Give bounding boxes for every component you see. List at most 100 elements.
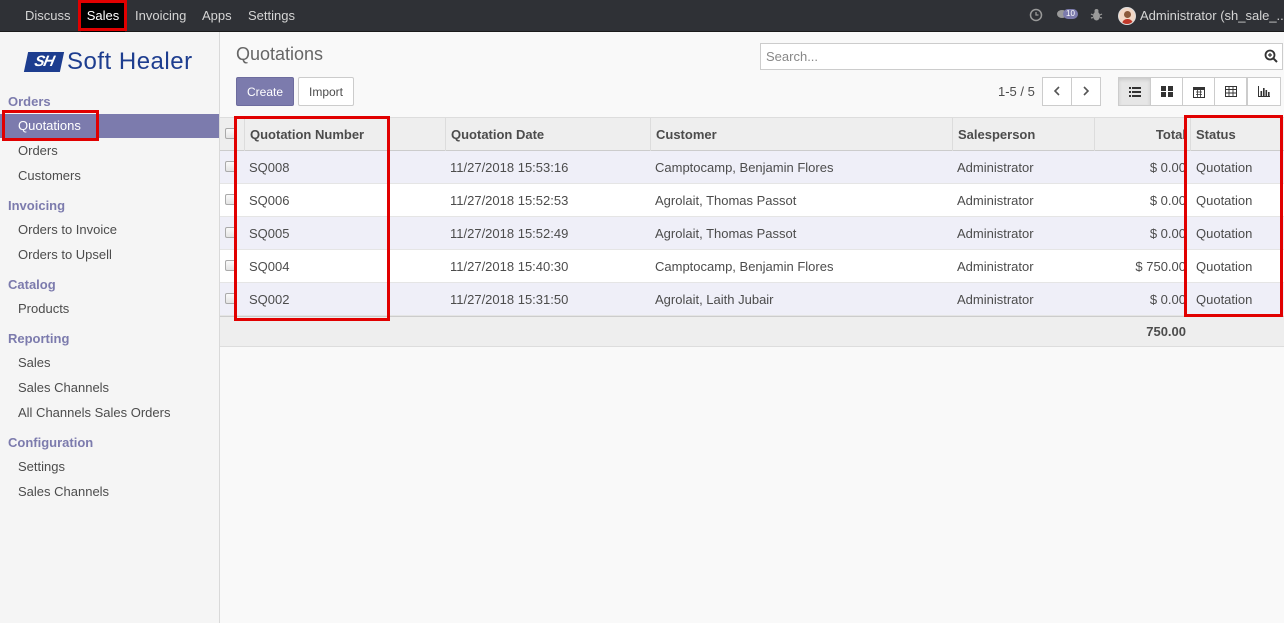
message-count-badge: 10	[1063, 9, 1078, 19]
row-checkbox[interactable]	[225, 227, 236, 238]
cell-total: $ 0.00	[1149, 193, 1186, 208]
row-checkbox[interactable]	[225, 293, 236, 304]
cell-salesperson: Administrator	[957, 292, 1034, 307]
clock-icon[interactable]	[1029, 8, 1043, 25]
footer-total: 750.00	[1146, 324, 1186, 339]
cell-total: $ 0.00	[1149, 292, 1186, 307]
bar-chart-icon	[1258, 86, 1270, 97]
cell-total: $ 0.00	[1149, 160, 1186, 175]
cell-quotation-number: SQ002	[249, 292, 290, 307]
row-checkbox[interactable]	[225, 194, 236, 205]
bug-icon[interactable]	[1090, 8, 1103, 25]
column-header-quotation-number[interactable]: Quotation Number	[244, 118, 445, 151]
sidebar-item-customers[interactable]: Customers	[18, 168, 81, 183]
row-checkbox[interactable]	[225, 260, 236, 271]
cell-quotation-date: 11/27/2018 15:52:49	[450, 226, 569, 241]
sidebar-item-sales[interactable]: Sales	[18, 355, 51, 370]
messages-icon[interactable]: 10	[1057, 7, 1081, 23]
user-avatar[interactable]	[1118, 7, 1136, 25]
table-row[interactable]: SQ008 11/27/2018 15:53:16 Camptocamp, Benj…	[220, 151, 1284, 184]
cell-total: $ 750.00	[1135, 259, 1186, 274]
sidebar-section-configuration: Configuration	[8, 435, 94, 450]
sidebar-section-invoicing: Invoicing	[8, 198, 66, 213]
cell-quotation-number: SQ005	[249, 226, 290, 241]
table-row[interactable]: SQ004 11/27/2018 15:40:30 Camptocamp, Benj…	[220, 250, 1284, 283]
top-navbar: Discuss Sales Invoicing Apps Settings 10…	[0, 0, 1284, 32]
cell-quotation-date: 11/27/2018 15:53:16	[450, 160, 569, 175]
row-checkbox[interactable]	[225, 161, 236, 172]
pager-next-button[interactable]	[1071, 77, 1101, 106]
cell-status: Quotation	[1196, 226, 1253, 241]
cell-customer: Agrolait, Thomas Passot	[655, 193, 797, 208]
graph-view-button[interactable]	[1247, 77, 1281, 106]
sidebar-item-settings[interactable]: Settings	[18, 459, 65, 474]
cell-quotation-date: 11/27/2018 15:40:30	[450, 259, 569, 274]
sidebar-item-quotations[interactable]: Quotations	[18, 118, 81, 133]
cell-status: Quotation	[1196, 160, 1253, 175]
sidebar-item-all-channels-sales-orders[interactable]: All Channels Sales Orders	[18, 405, 170, 420]
menu-discuss[interactable]: Discuss	[25, 0, 71, 32]
menu-invoicing[interactable]: Invoicing	[135, 0, 186, 32]
create-button[interactable]: Create	[236, 77, 294, 106]
sidebar-item-orders-to-upsell[interactable]: Orders to Upsell	[18, 247, 112, 262]
table-row[interactable]: SQ006 11/27/2018 15:52:53 Agrolait, Thomas…	[220, 184, 1284, 217]
sidebar-item-sales-channels[interactable]: Sales Channels	[18, 380, 109, 395]
column-header-status[interactable]: Status	[1190, 118, 1284, 151]
table-row[interactable]: SQ005 11/27/2018 15:52:49 Agrolait, Thomas…	[220, 217, 1284, 250]
sidebar-section-orders: Orders	[8, 94, 51, 109]
cell-status: Quotation	[1196, 193, 1253, 208]
chevron-left-icon	[1053, 86, 1060, 96]
sidebar-section-reporting: Reporting	[8, 331, 70, 346]
page-title: Quotations	[236, 44, 324, 64]
sidebar-item-config-sales-channels[interactable]: Sales Channels	[18, 484, 109, 499]
cell-customer: Agrolait, Thomas Passot	[655, 226, 797, 241]
search-icon[interactable]	[1264, 49, 1278, 63]
kanban-view-button[interactable]	[1150, 77, 1183, 106]
cell-salesperson: Administrator	[957, 193, 1034, 208]
cell-salesperson: Administrator	[957, 259, 1034, 274]
cell-status: Quotation	[1196, 292, 1253, 307]
cell-status: Quotation	[1196, 259, 1253, 274]
cell-customer: Camptocamp, Benjamin Flores	[655, 259, 834, 274]
import-button[interactable]: Import	[298, 77, 354, 106]
cell-quotation-number: SQ004	[249, 259, 290, 274]
cell-customer: Camptocamp, Benjamin Flores	[655, 160, 834, 175]
sidebar-item-orders-to-invoice[interactable]: Orders to Invoice	[18, 222, 117, 237]
column-header-total[interactable]: Total	[1094, 118, 1190, 151]
sidebar-section-catalog: Catalog	[8, 277, 56, 292]
select-all-checkbox[interactable]	[225, 128, 236, 139]
search-box	[760, 43, 1283, 70]
pager-value[interactable]: 1-5 / 5	[998, 84, 1035, 99]
cell-quotation-date: 11/27/2018 15:31:50	[450, 292, 569, 307]
calendar-view-button[interactable]	[1182, 77, 1215, 106]
sidebar-item-products[interactable]: Products	[18, 301, 69, 316]
logo-text: Soft Healer	[67, 48, 193, 75]
calendar-icon	[1193, 87, 1205, 98]
kanban-icon	[1161, 86, 1173, 97]
column-header-quotation-date[interactable]: Quotation Date	[445, 118, 650, 151]
menu-apps[interactable]: Apps	[202, 0, 232, 32]
user-menu[interactable]: Administrator (sh_sale_...	[1140, 0, 1284, 32]
column-header-customer[interactable]: Customer	[650, 118, 952, 151]
sidebar-item-orders[interactable]: Orders	[18, 143, 58, 158]
cell-customer: Agrolait, Laith Jubair	[655, 292, 774, 307]
pager-previous-button[interactable]	[1042, 77, 1072, 106]
cell-quotation-number: SQ008	[249, 160, 290, 175]
menu-sales[interactable]: Sales	[81, 0, 125, 32]
chevron-right-icon	[1083, 86, 1090, 96]
cell-quotation-date: 11/27/2018 15:52:53	[450, 193, 569, 208]
list-view-button[interactable]	[1118, 77, 1151, 106]
column-header-salesperson[interactable]: Salesperson	[952, 118, 1094, 151]
table-row[interactable]: SQ002 11/27/2018 15:31:50 Agrolait, Laith …	[220, 283, 1284, 316]
cell-quotation-number: SQ006	[249, 193, 290, 208]
logo-mark: SH	[23, 52, 65, 72]
search-input[interactable]	[766, 44, 1256, 69]
cell-salesperson: Administrator	[957, 160, 1034, 175]
cell-salesperson: Administrator	[957, 226, 1034, 241]
list-icon	[1129, 87, 1141, 97]
menu-settings[interactable]: Settings	[248, 0, 295, 32]
table-header: Quotation Number Quotation Date Customer…	[220, 117, 1284, 151]
pivot-view-button[interactable]	[1214, 77, 1247, 106]
pivot-table-icon	[1225, 86, 1237, 97]
table-footer: 750.00	[220, 316, 1284, 347]
